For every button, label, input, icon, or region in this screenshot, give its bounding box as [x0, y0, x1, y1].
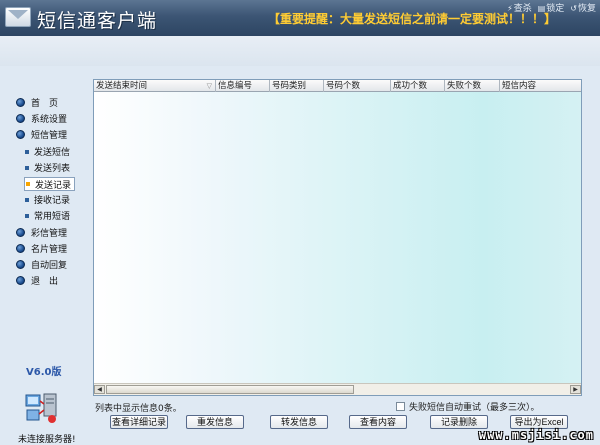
restore-icon: ↺ [570, 4, 577, 13]
nav-exit[interactable]: 退 出 [16, 274, 58, 287]
title-bar: 短信通客户端 【重要提醒：大量发送短信之前请一定要测试！！！】 ⚡查杀 ▤锁定 … [0, 0, 600, 36]
nav-send-records[interactable]: 发送记录 [24, 177, 76, 191]
horizontal-scrollbar[interactable]: ◀ ▶ [94, 383, 581, 395]
table-body [94, 92, 581, 384]
view-details-button[interactable]: 查看详细记录 [110, 415, 168, 429]
sidebar: 首 页 系统设置 短信管理 发送短信 发送列表 发送记录 接收记录 常用短语 彩… [0, 66, 90, 445]
col-sms-content[interactable]: 短信内容 [500, 80, 581, 92]
nav-bullet-icon [16, 228, 25, 237]
lock-button[interactable]: ▤锁定 [538, 1, 565, 14]
nav-bullet-icon [16, 98, 25, 107]
send-records-table[interactable]: 发送结束时间 ▽ 信息编号 号码类别 号码个数 成功个数 失败个数 短信内容 ◀ … [93, 79, 582, 396]
server-connection-icon [25, 393, 57, 423]
envelope-logo-icon [5, 7, 31, 27]
sub-bullet-icon [25, 165, 29, 170]
delete-record-button[interactable]: 记录删除 [430, 415, 488, 429]
col-success-count[interactable]: 成功个数 [391, 80, 445, 92]
col-fail-count[interactable]: 失败个数 [445, 80, 500, 92]
nav-bullet-icon [16, 130, 25, 139]
sub-bullet-icon [25, 213, 29, 218]
restore-button[interactable]: ↺恢复 [570, 1, 596, 14]
col-message-id[interactable]: 信息编号 [216, 80, 270, 92]
app-title: 短信通客户端 [37, 10, 158, 32]
server-status: 未连接服务器! [18, 435, 76, 445]
list-count-text: 列表中显示信息0条。 [95, 404, 182, 414]
nav-auto-reply[interactable]: 自动回复 [16, 258, 67, 271]
nav-mms-management[interactable]: 彩信管理 [16, 226, 67, 239]
nav-bullet-icon [16, 244, 25, 253]
scroll-thumb[interactable] [106, 385, 354, 394]
col-send-end-time[interactable]: 发送结束时间 ▽ [94, 80, 216, 92]
watermark: www.msjisi.com [478, 428, 594, 442]
scroll-right-icon[interactable]: ▶ [570, 385, 581, 394]
window-controls: ⚡查杀 ▤锁定 ↺恢复 [507, 1, 596, 14]
toolbar-band [0, 36, 600, 66]
col-number-count[interactable]: 号码个数 [324, 80, 391, 92]
resend-button[interactable]: 重发信息 [186, 415, 244, 429]
nav-bullet-icon [16, 260, 25, 269]
nav-bullet-icon [16, 114, 25, 123]
nav-system-settings[interactable]: 系统设置 [16, 112, 67, 125]
nav-sms-management[interactable]: 短信管理 [16, 128, 67, 141]
nav-send-list[interactable]: 发送列表 [25, 161, 70, 174]
version-label: V6.0版 [26, 367, 62, 378]
sort-icon: ▽ [206, 82, 212, 90]
sub-bullet-icon [25, 197, 29, 202]
kill-button[interactable]: ⚡查杀 [507, 1, 532, 14]
nav-receive-records[interactable]: 接收记录 [25, 193, 70, 206]
sub-bullet-icon [26, 182, 30, 186]
col-number-type[interactable]: 号码类别 [270, 80, 324, 92]
nav-card-management[interactable]: 名片管理 [16, 242, 67, 255]
auto-retry-checkbox[interactable] [396, 402, 405, 411]
nav-bullet-icon [16, 276, 25, 285]
lock-icon: ▤ [537, 4, 546, 13]
scroll-left-icon[interactable]: ◀ [94, 385, 105, 394]
sub-bullet-icon [25, 149, 29, 154]
export-excel-button[interactable]: 导出为Excel [510, 415, 568, 429]
nav-home[interactable]: 首 页 [16, 96, 58, 109]
forward-button[interactable]: 转发信息 [270, 415, 328, 429]
nav-common-phrases[interactable]: 常用短语 [25, 209, 70, 222]
auto-retry-option[interactable]: 失败短信自动重试（最多三次）。 [396, 400, 540, 413]
kill-icon: ⚡ [507, 4, 513, 13]
nav-send-sms[interactable]: 发送短信 [25, 145, 70, 158]
view-content-button[interactable]: 查看内容 [349, 415, 407, 429]
table-header: 发送结束时间 ▽ 信息编号 号码类别 号码个数 成功个数 失败个数 短信内容 [94, 80, 581, 92]
